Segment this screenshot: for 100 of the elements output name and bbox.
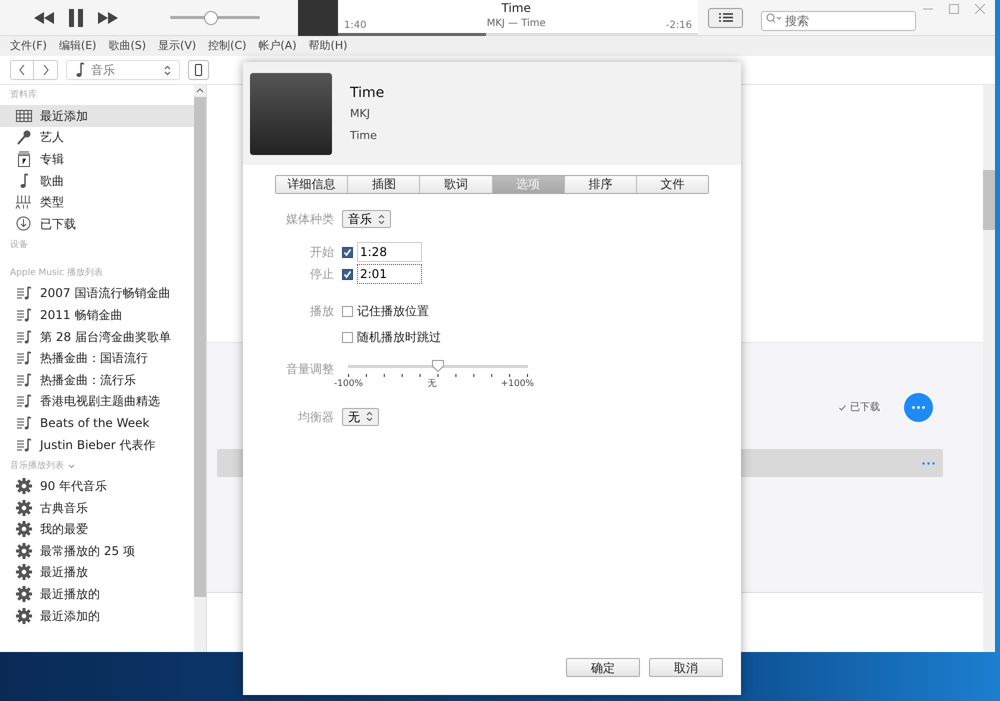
menu-item[interactable]: 帮助(H)	[308, 38, 348, 54]
playlist-icon	[16, 416, 32, 430]
checkbox[interactable]	[342, 246, 353, 258]
tab[interactable]: 排序	[564, 176, 637, 193]
sidebar-item[interactable]: 古典音乐	[0, 496, 194, 518]
gear-icon	[16, 478, 32, 494]
sidebar-item[interactable]: 类型	[0, 191, 194, 213]
menu-item[interactable]: 歌曲(S)	[108, 38, 146, 54]
slider-max-label: +100%	[500, 378, 534, 391]
checkbox-label: 记住播放位置	[357, 303, 429, 320]
slider-min-label: -100%	[334, 378, 363, 391]
track-subtitle: MKJ — Time	[486, 16, 546, 30]
sidebar-item[interactable]: 香港电视剧主题曲精选	[0, 390, 194, 412]
dialog-button[interactable]: 确定	[566, 658, 640, 677]
sidebar-item[interactable]: 2011 畅销金曲	[0, 304, 194, 326]
media-picker[interactable]: 音乐	[66, 60, 180, 80]
gear-icon	[16, 586, 32, 602]
progress-bar[interactable]	[338, 32, 698, 36]
slider-mid-label: 无	[427, 378, 436, 391]
sidebar-item[interactable]: Justin Bieber 代表作	[0, 434, 194, 456]
menu-item[interactable]: 显示(V)	[158, 38, 196, 54]
sidebar-item[interactable]: 90 年代音乐	[0, 475, 194, 497]
forward-button[interactable]	[34, 60, 58, 80]
menu-item[interactable]: 控制(C)	[208, 38, 246, 54]
gear-icon	[16, 542, 32, 559]
playlist-icon	[16, 394, 32, 408]
sidebar-item[interactable]: 艺人	[0, 126, 194, 148]
dialog-button[interactable]: 取消	[649, 658, 723, 677]
elapsed-time: 1:40	[344, 18, 366, 32]
volume-slider[interactable]	[170, 10, 260, 24]
playlist-icon	[16, 286, 32, 300]
sidebar-item[interactable]: 热播金曲：流行乐	[0, 368, 194, 391]
list-view-button[interactable]	[708, 8, 743, 28]
gear-icon	[16, 564, 32, 580]
menu-item[interactable]: 编辑(E)	[58, 38, 96, 54]
checkbox[interactable]	[342, 268, 353, 280]
downloaded-label: 已下载	[850, 400, 880, 415]
field-label: 音量调整	[285, 361, 335, 378]
playlist-icon	[16, 372, 32, 387]
field-label: 均衡器	[297, 408, 335, 426]
sidebar-item[interactable]: 2007 国语流行畅销金曲	[0, 282, 194, 304]
maximize-icon[interactable]	[949, 4, 959, 14]
search-field[interactable]: 搜索	[761, 10, 916, 30]
tab[interactable]: 文件	[636, 176, 708, 193]
updown-icon	[378, 214, 385, 224]
pause-icon[interactable]	[68, 8, 84, 26]
rewind-icon[interactable]	[34, 12, 54, 24]
chevron-right-icon	[42, 65, 48, 75]
time-field[interactable]: 2:01	[357, 264, 422, 284]
equalizer-select[interactable]: 无	[342, 408, 379, 426]
sidebar-item[interactable]: Beats of the Week	[0, 412, 194, 434]
section-header: 音乐播放列表	[10, 460, 64, 473]
tab[interactable]: 歌词	[420, 176, 493, 193]
sidebar-item[interactable]: 专辑	[0, 148, 194, 170]
field-label: 媒体种类	[285, 211, 335, 228]
slider-thumb[interactable]	[432, 360, 444, 372]
album-icon	[16, 150, 30, 167]
more-button[interactable]	[904, 393, 933, 422]
slider-thumb[interactable]	[204, 10, 218, 24]
section-header: Apple Music 播放列表	[10, 266, 103, 280]
time-field[interactable]: 1:28	[357, 242, 422, 262]
sidebar-item[interactable]: 最近播放的	[0, 583, 194, 605]
sidebar-item[interactable]: 已下载	[0, 212, 194, 235]
field-label: 播放	[310, 304, 334, 318]
sidebar-item[interactable]: 最近添加的	[0, 604, 194, 626]
menu-item[interactable]: 文件(F)	[10, 38, 47, 54]
back-button[interactable]	[10, 60, 34, 80]
song-title: Time	[350, 84, 384, 103]
field-label: 停止	[309, 266, 335, 283]
checkmark-icon	[839, 404, 846, 410]
scrollbar[interactable]	[194, 85, 206, 652]
device-button[interactable]	[188, 60, 209, 80]
sidebar-item[interactable]: 我的最爱	[0, 518, 194, 540]
scrollbar[interactable]	[983, 85, 995, 652]
list-icon	[718, 13, 732, 22]
tab[interactable]: 插图	[348, 176, 420, 193]
track-title: Time	[502, 0, 531, 16]
sidebar-item[interactable]: 最常播放的 25 项	[0, 540, 194, 562]
chevron-down-icon[interactable]	[68, 464, 75, 469]
playlist-icon	[16, 308, 32, 322]
remaining-time: -2:16	[666, 18, 692, 32]
phone-icon	[195, 64, 202, 76]
playlist-icon	[16, 438, 32, 452]
section-header: 设备	[10, 238, 28, 252]
scroll-up-icon[interactable]	[196, 87, 204, 95]
more-icon[interactable]	[922, 462, 935, 464]
tab[interactable]: 详细信息	[276, 176, 348, 193]
media-kind-select[interactable]: 音乐	[342, 210, 391, 228]
sidebar-item[interactable]: 最近播放	[0, 562, 194, 584]
sidebar-item[interactable]: 热播金曲：国语流行	[0, 347, 194, 369]
menu-item[interactable]: 帐户(A)	[258, 38, 297, 54]
grid-icon	[16, 110, 32, 122]
checkbox[interactable]	[342, 332, 353, 342]
checkbox[interactable]	[342, 306, 353, 316]
fast-forward-icon[interactable]	[98, 12, 118, 24]
sidebar-item[interactable]: 第 28 届台湾金曲奖歌单	[0, 326, 194, 348]
sidebar-item[interactable]: 歌曲	[0, 170, 194, 192]
volume-adjust-slider[interactable]	[348, 360, 528, 372]
sidebar-item[interactable]: 最近添加	[0, 105, 194, 127]
close-icon[interactable]	[975, 4, 985, 14]
